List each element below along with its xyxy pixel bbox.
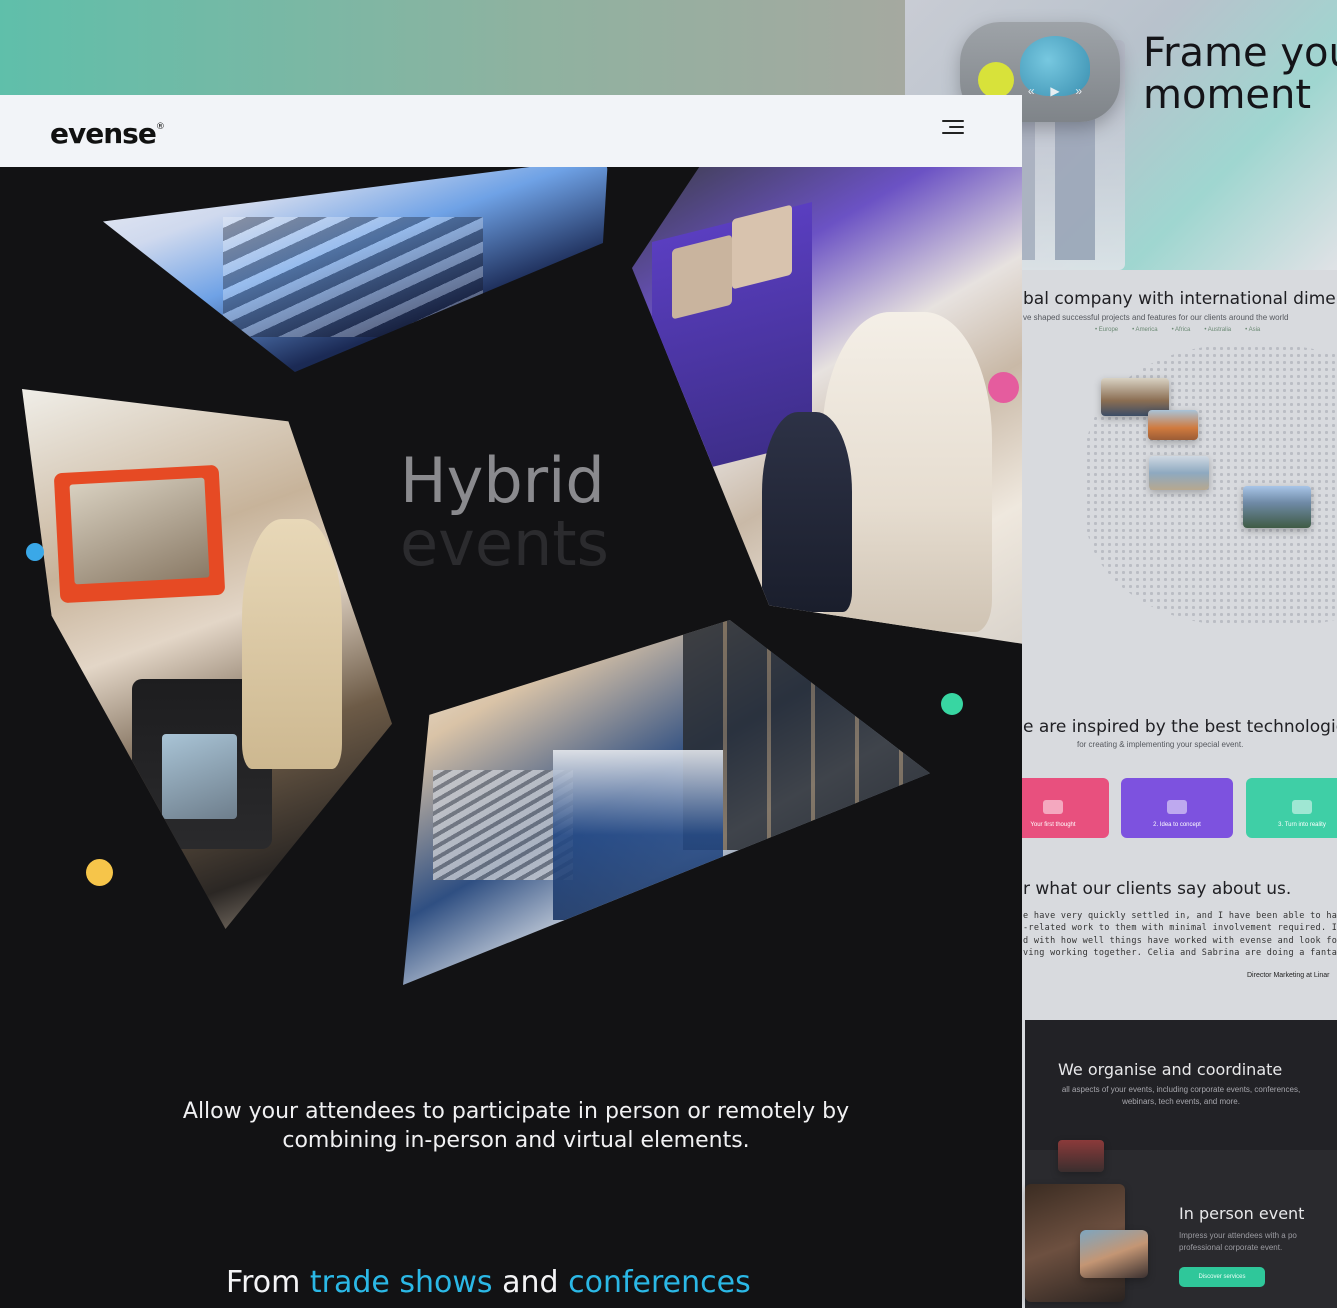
client-testimonial: e have very quickly settled in, and I ha… [1023, 911, 1337, 958]
region-asia: • Asia [1245, 327, 1261, 333]
rocket-icon [1292, 800, 1312, 814]
play-icon[interactable]: ▶ [1050, 84, 1059, 98]
photo-camera-recording [22, 389, 392, 929]
testimonial-author: Director Marketing at Linar [1247, 972, 1330, 979]
evense-logo[interactable]: evense® [50, 117, 165, 150]
discover-services-button[interactable]: Discover services [1179, 1267, 1265, 1287]
organise-heading: We organise and coordinate [1058, 1060, 1283, 1079]
global-company-heading: bal company with international dimen [1023, 289, 1337, 309]
player-controls: « ▶ » [1020, 82, 1090, 100]
event-types-heading: From trade shows and conferences [226, 1265, 751, 1300]
in-person-heading: In person event [1179, 1204, 1305, 1223]
step-card-turn-into-reality[interactable]: 3. Turn into reality [1246, 778, 1337, 838]
technology-heading: e are inspired by the best technologie [1023, 717, 1337, 737]
hybrid-events-description: Allow your attendees to participate in p… [182, 1099, 850, 1153]
site-header: evense® [0, 95, 1022, 167]
step-card-idea-to-concept[interactable]: 2. Idea to concept [1121, 778, 1233, 838]
location-photo-paris[interactable] [1148, 410, 1198, 440]
highlight-conferences: conferences [568, 1265, 751, 1300]
forward-icon[interactable]: » [1075, 84, 1082, 98]
in-person-photo-secondary [1080, 1230, 1148, 1278]
region-europe: • Europe [1095, 327, 1119, 333]
highlight-trade-shows: trade shows [309, 1265, 493, 1300]
decorative-dot-green [941, 693, 963, 715]
location-photo-dubai[interactable] [1243, 486, 1311, 528]
preview-hero-title: Frame you moment [1143, 30, 1337, 118]
event-thumbnail[interactable] [1058, 1140, 1104, 1172]
hybrid-events-section: Hybrid events Allow your attendees to pa… [0, 167, 1022, 1308]
photo-panel-discussion [632, 167, 1022, 644]
region-legend: • Europe • America • Africa • Australia … [1095, 327, 1260, 333]
hero-title-events: events [400, 507, 609, 580]
photo-virtual-meeting [403, 620, 930, 985]
region-america: • America [1132, 327, 1158, 333]
chat-bubble-icon [1043, 800, 1063, 814]
region-australia: • Australia [1204, 327, 1232, 333]
organise-subtitle: all aspects of your events, including co… [1061, 1085, 1301, 1106]
services-section: We organise and coordinate all aspects o… [1025, 1020, 1337, 1308]
technology-subtitle: for creating & implementing your special… [1077, 740, 1244, 749]
photo-conference-hall [103, 167, 608, 372]
rewind-icon[interactable]: « [1028, 84, 1035, 98]
lightbulb-icon [1167, 800, 1187, 814]
decorative-dot-pink [988, 372, 1019, 403]
global-company-subtitle: ve shaped successful projects and featur… [1023, 313, 1289, 322]
clients-heading: r what our clients say about us. [1023, 879, 1292, 899]
hero-title-hybrid: Hybrid [400, 444, 605, 517]
hamburger-menu-icon[interactable] [942, 120, 964, 138]
showcase-stage: « ▶ » Frame you moment bal company with … [0, 0, 1337, 1308]
region-africa: • Africa [1171, 327, 1191, 333]
decorative-dot-blue [26, 543, 44, 561]
location-photo-coast[interactable] [1149, 456, 1209, 490]
in-person-description: Impress your attendees with a po profess… [1179, 1231, 1297, 1252]
vase-illustration [978, 62, 1014, 98]
decorative-dot-yellow [86, 859, 113, 886]
